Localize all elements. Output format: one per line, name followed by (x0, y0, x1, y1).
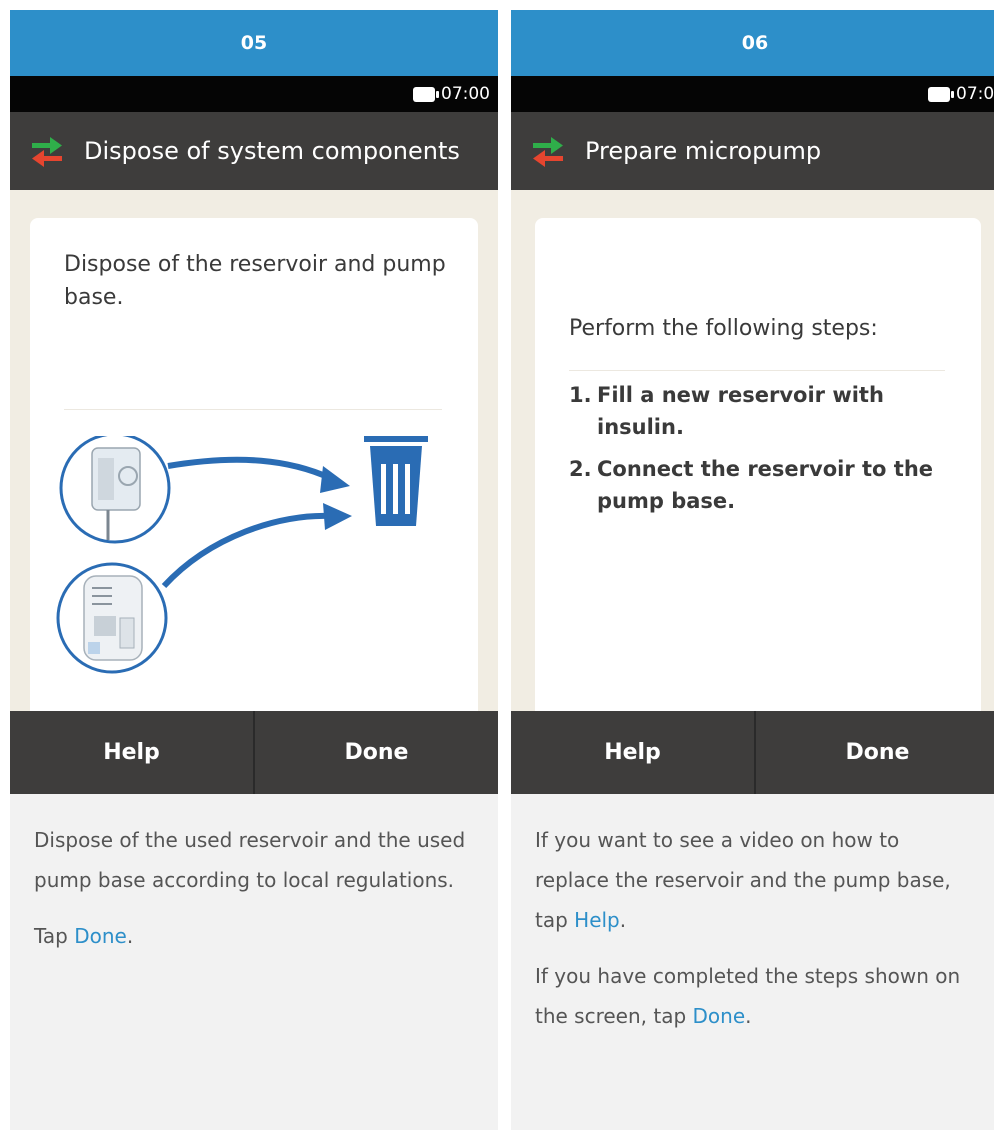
done-button[interactable]: Done (255, 711, 498, 794)
battery-icon (928, 86, 954, 102)
text: . (126, 924, 134, 948)
step-number: 2. (569, 457, 592, 481)
title-bar: Dispose of system components (10, 112, 498, 190)
help-button[interactable]: Help (10, 711, 253, 794)
dispose-arrows (161, 456, 352, 589)
step-number: 05 (10, 10, 498, 76)
text: . (745, 1004, 752, 1028)
step-panel-05: 05 07:00 Dispose of system components Di… (10, 10, 498, 1130)
text: Tap (34, 924, 75, 948)
device-screen: 07:00 Dispose of system components Dispo… (10, 76, 498, 794)
steps-list: 1. Fill a new reservoir with insulin. 2. C… (569, 379, 961, 517)
instruction-description: If you want to see a video on how to rep… (511, 794, 994, 1036)
screen-title: Prepare micropump (585, 137, 822, 165)
step-number: 1. (569, 383, 592, 407)
device-screen: 07:00 Prepare micropump Perform the foll… (511, 76, 994, 794)
status-bar: 07:00 (511, 76, 994, 112)
card-text: Dispose of the reservoir and pump base. (64, 252, 446, 310)
title-bar: Prepare micropump (511, 112, 994, 190)
dispose-illustration (56, 436, 428, 674)
instruction-steps: Perform the following steps: 1. Fill a ne… (569, 316, 961, 527)
content-card: Dispose of the reservoir and pump base. (30, 218, 478, 768)
divider (64, 409, 442, 410)
step-item: 2. Connect the reservoir to the pump base… (569, 453, 961, 517)
description-paragraph: Dispose of the used reservoir and the us… (34, 828, 466, 892)
step-panel-06: 06 07:00 Prepare micropump Perform the f… (511, 10, 994, 1130)
divider (569, 370, 945, 371)
done-link[interactable]: Done (693, 1004, 746, 1028)
swap-arrows-icon (32, 137, 62, 167)
reservoir-icon (59, 436, 171, 544)
step-text: Fill a new reservoir with insulin. (597, 383, 884, 439)
content-card: Perform the following steps: 1. Fill a ne… (535, 218, 981, 768)
swap-arrows-icon (533, 137, 563, 167)
step-item: 1. Fill a new reservoir with insulin. (569, 379, 961, 443)
help-button[interactable]: Help (511, 711, 754, 794)
description-paragraph: If you want to see a video on how to rep… (535, 820, 977, 940)
step-text: Connect the reservoir to the pump base. (597, 457, 934, 513)
help-link[interactable]: Help (574, 908, 620, 932)
clock: 07:00 (956, 84, 994, 104)
done-button[interactable]: Done (756, 711, 994, 794)
status-bar: 07:00 (10, 76, 498, 112)
trash-can-icon (364, 436, 428, 526)
description-paragraph: If you have completed the steps shown on… (535, 956, 977, 1036)
screen-title: Dispose of system components (84, 137, 460, 165)
step-number: 06 (511, 10, 994, 76)
button-bar: Help Done (511, 711, 994, 794)
instruction-description: Dispose of the used reservoir and the us… (10, 794, 498, 956)
description-paragraph: Tap Done. (34, 916, 476, 956)
steps-lead: Perform the following steps: (569, 316, 878, 341)
clock: 07:00 (441, 84, 490, 104)
battery-icon (413, 86, 439, 102)
button-bar: Help Done (10, 711, 498, 794)
pump-base-icon (56, 562, 168, 674)
text: . (619, 908, 627, 932)
done-link[interactable]: Done (74, 924, 127, 948)
